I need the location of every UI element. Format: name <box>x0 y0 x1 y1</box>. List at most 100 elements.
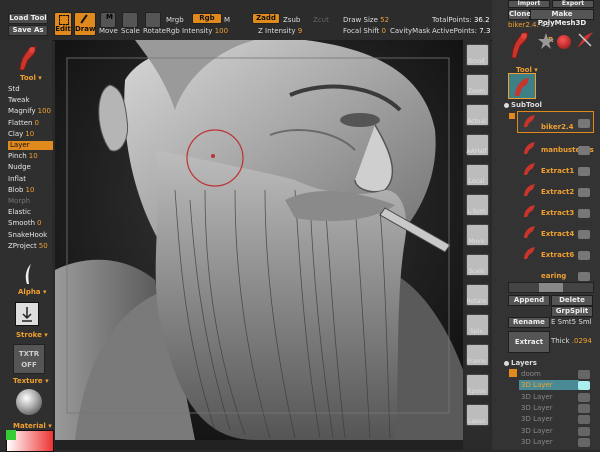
delete-button[interactable]: Delete <box>551 295 593 306</box>
visibility-eye-icon[interactable] <box>578 146 590 155</box>
texture-off-button[interactable]: TXTR OFF <box>13 344 45 374</box>
visibility-eye-icon[interactable] <box>578 251 590 260</box>
current-tool-thumbnail-icon[interactable] <box>508 28 532 60</box>
star-tool-icon[interactable] <box>537 32 555 50</box>
tool-item-tweak[interactable]: Tweak <box>8 96 30 105</box>
export-button[interactable]: Export <box>552 0 594 8</box>
m-button[interactable]: M <box>224 16 230 24</box>
focal-shift-slider[interactable]: Focal Shift 0 <box>343 27 386 35</box>
layers-collapse-dot[interactable] <box>504 361 509 366</box>
layer-item[interactable]: 3D Layer <box>519 414 579 424</box>
cavity-mask-button[interactable]: CavityMask <box>390 27 430 35</box>
tool-item-nudge[interactable]: Nudge <box>8 163 31 172</box>
visibility-eye-icon[interactable] <box>578 272 590 281</box>
document-canvas[interactable] <box>55 40 463 440</box>
zsub-button[interactable]: Zsub <box>283 16 300 24</box>
zadd-button[interactable]: Zadd <box>252 13 280 24</box>
alpha-label[interactable]: Alpha ▾ <box>18 288 47 296</box>
layer-item[interactable]: 3D Layer <box>519 437 579 447</box>
tool-item-blob[interactable]: Blob 10 <box>8 186 34 195</box>
clone-button[interactable]: Clone <box>508 9 531 20</box>
thick-slider[interactable]: Thick .0294 <box>551 337 592 345</box>
scale-icon[interactable] <box>122 12 138 28</box>
layer-visibility-icon[interactable] <box>578 381 590 391</box>
tool-item-zproject[interactable]: ZProject 50 <box>8 242 48 251</box>
subtool-thumbnail-icon[interactable] <box>521 225 537 239</box>
visibility-eye-icon[interactable] <box>578 230 590 239</box>
subtool-scroll-thumb[interactable] <box>539 283 563 292</box>
subtool-item-extract2[interactable]: Extract2 <box>541 188 574 196</box>
rotate-icon[interactable] <box>145 12 161 28</box>
tool-item-inflat[interactable]: Inflat <box>8 175 26 184</box>
layer-visibility-icon[interactable] <box>578 403 590 413</box>
save-as-button[interactable]: Save As <box>8 25 48 36</box>
material-sphere-icon[interactable] <box>16 389 42 415</box>
layer-item[interactable]: 3D Layer <box>519 380 579 391</box>
layers-header[interactable]: Layers <box>511 359 537 367</box>
import-button[interactable]: Import <box>508 0 550 8</box>
subtool-item-earing[interactable]: earing <box>541 272 566 280</box>
subtool-item-extract1[interactable]: Extract1 <box>541 167 574 175</box>
tool-item-morph[interactable]: Morph <box>8 197 30 206</box>
tool-item-clay[interactable]: Clay 10 <box>8 130 34 139</box>
layer-item[interactable]: 3D Layer <box>519 426 579 436</box>
visibility-eye-icon[interactable] <box>578 167 590 176</box>
active-tool-swatch[interactable] <box>508 73 536 99</box>
subtool-thumbnail-icon[interactable] <box>521 114 537 128</box>
tool-item-flatten[interactable]: Flatten 0 <box>8 119 39 128</box>
layer-item[interactable]: 3D Layer <box>519 392 579 402</box>
zcut-button[interactable]: Zcut <box>313 16 329 24</box>
tool-thumbnail-icon[interactable] <box>14 44 42 72</box>
tool-label[interactable]: Tool ▾ <box>20 74 42 82</box>
layer-visibility-icon[interactable] <box>578 426 590 436</box>
subtool-thumbnail-icon[interactable] <box>521 183 537 197</box>
texture-label[interactable]: Texture ▾ <box>13 377 49 385</box>
subtool-item-biker2.4[interactable]: biker2.4 <box>541 123 573 131</box>
subtool-item-extract6[interactable]: Extract6 <box>541 251 574 259</box>
color-swatch[interactable] <box>6 430 16 440</box>
subtool-thumbnail-icon[interactable] <box>521 204 537 218</box>
tool-item-layer[interactable]: Layer <box>8 141 53 150</box>
layer-item[interactable]: doom <box>519 369 579 379</box>
layer-item[interactable]: 3D Layer <box>519 403 579 413</box>
sml-toggle[interactable]: Sml <box>578 318 591 326</box>
make-polymesh3d-button[interactable]: Make PolyMesh3D <box>530 9 594 27</box>
canvas-scroll-bar[interactable] <box>55 440 463 450</box>
material-label[interactable]: Material ▾ <box>13 422 52 430</box>
layer-visibility-icon[interactable] <box>578 370 590 379</box>
draw-size-slider[interactable]: Draw Size 52 <box>343 16 389 24</box>
rgb-button[interactable]: Rgb <box>192 13 222 24</box>
sculpt-viewport[interactable] <box>55 40 463 440</box>
sphere-tool-icon[interactable] <box>557 35 571 49</box>
tool-item-magnify[interactable]: Magnify 100 <box>8 107 51 116</box>
tool-item-std[interactable]: Std <box>8 85 20 94</box>
draw-button[interactable]: Draw <box>74 12 96 36</box>
load-tool-button[interactable]: Load Tool <box>8 13 48 24</box>
e-toggle[interactable]: E <box>551 318 555 326</box>
tool-item-pinch[interactable]: Pinch 10 <box>8 152 38 161</box>
extract-options[interactable]: E Smt5 Sml <box>551 318 592 326</box>
subtool-thumbnail-icon[interactable] <box>521 246 537 260</box>
smt5-toggle[interactable]: Smt5 <box>558 318 576 326</box>
tool-item-smooth[interactable]: Smooth 0 <box>8 219 41 228</box>
stroke-label[interactable]: Stroke ▾ <box>16 331 48 339</box>
append-button[interactable]: Append <box>508 295 550 306</box>
subtool-thumbnail-icon[interactable] <box>521 162 537 176</box>
tool-item-snakehook[interactable]: SnakeHook <box>8 231 47 240</box>
extract-button[interactable]: Extract <box>508 331 550 353</box>
layer-visibility-icon[interactable] <box>578 392 590 402</box>
rename-button[interactable]: Rename <box>508 317 550 328</box>
z-intensity-slider[interactable]: Z Intensity 9 <box>258 27 302 35</box>
edit-button[interactable]: Edit <box>54 12 72 36</box>
subtool-item-extract4[interactable]: Extract4 <box>541 230 574 238</box>
mrgb-button[interactable]: Mrgb <box>166 16 184 24</box>
subtool-collapse-dot[interactable] <box>504 103 509 108</box>
layer-visibility-icon[interactable] <box>578 437 590 447</box>
subtool-thumbnail-icon[interactable] <box>521 141 537 155</box>
visibility-eye-icon[interactable] <box>578 119 590 128</box>
brush-tool-icon[interactable] <box>575 30 595 50</box>
alpha-icon[interactable] <box>17 262 37 286</box>
subtool-item-extract3[interactable]: Extract3 <box>541 209 574 217</box>
subtool-scroll[interactable] <box>508 282 594 293</box>
rgb-intensity-slider[interactable]: Rgb Intensity 100 <box>166 27 228 35</box>
